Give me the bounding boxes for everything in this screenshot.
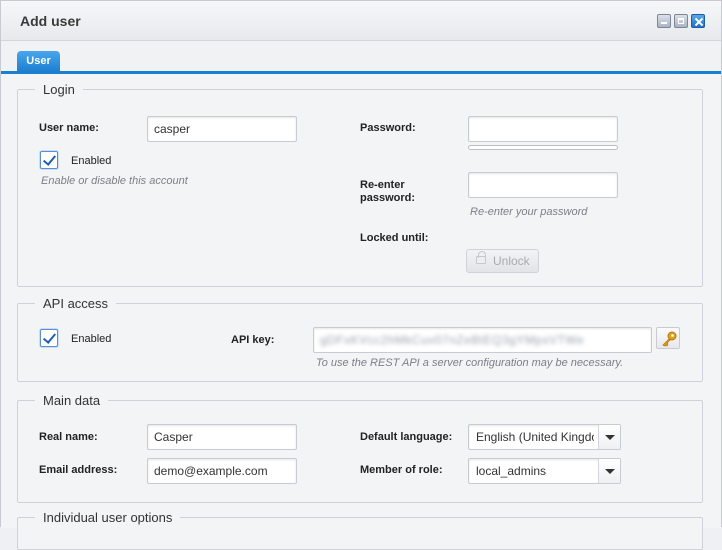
tab-bar: User	[1, 41, 721, 74]
minimize-icon[interactable]	[657, 14, 671, 28]
default-language-label: Default language:	[360, 431, 453, 443]
dialog-title: Add user	[20, 13, 81, 29]
enabled-hint: Enable or disable this account	[41, 175, 188, 187]
lock-icon	[476, 251, 486, 264]
chevron-down-icon[interactable]	[598, 459, 620, 483]
member-of-role-select[interactable]: local_admins	[468, 458, 621, 484]
tab-user[interactable]: User	[17, 51, 60, 71]
default-language-value: English (United Kingdom)	[476, 430, 594, 444]
password-strength-meter	[468, 145, 618, 150]
locked-until-label: Locked until:	[360, 232, 429, 244]
password-label: Password:	[360, 122, 416, 134]
member-of-role-value: local_admins	[476, 464, 547, 478]
close-icon[interactable]	[691, 14, 705, 28]
dialog-content: Login User name: Enabled Enable or disab…	[1, 74, 721, 550]
real-name-label: Real name:	[39, 431, 98, 443]
reenter-hint: Re-enter your password	[470, 206, 588, 218]
api-hint: To use the REST API a server configurati…	[316, 357, 624, 369]
api-key-value: gDFxKVcc2hMkCuv07nZeBtEQ3gYMpxVTWe	[320, 333, 585, 347]
unlock-button-label: Unlock	[493, 254, 530, 268]
login-enabled-checkbox[interactable]	[40, 151, 58, 169]
api-enabled-checkbox[interactable]	[40, 329, 58, 347]
chevron-down-icon[interactable]	[598, 425, 620, 449]
username-input[interactable]	[147, 116, 297, 142]
individual-options-legend: Individual user options	[43, 510, 173, 525]
api-key-input[interactable]: gDFxKVcc2hMkCuv07nZeBtEQ3gYMpxVTWe	[313, 327, 652, 353]
add-user-dialog: Add user User Login User name: Enabled E…	[0, 0, 722, 550]
reenter-password-input[interactable]	[468, 172, 618, 198]
email-input[interactable]	[147, 458, 297, 484]
login-enabled-label: Enabled	[71, 155, 112, 167]
api-access-legend: API access	[43, 296, 109, 311]
api-enabled-label: Enabled	[71, 333, 112, 345]
maximize-icon[interactable]	[674, 14, 688, 28]
reenter-password-label-line2: password:	[360, 192, 416, 204]
default-language-select[interactable]: English (United Kingdom)	[468, 424, 621, 450]
username-label: User name:	[39, 122, 99, 134]
password-input[interactable]	[468, 116, 618, 142]
login-legend: Login	[43, 82, 75, 97]
title-bar: Add user	[1, 1, 721, 41]
unlock-button[interactable]: Unlock	[466, 249, 539, 273]
main-data-legend: Main data	[43, 393, 101, 408]
api-key-label: API key:	[231, 334, 275, 346]
individual-options-section: Individual user options	[17, 510, 703, 550]
reenter-password-label-line1: Re-enter	[360, 179, 405, 191]
real-name-input[interactable]	[147, 424, 297, 450]
member-of-role-label: Member of role:	[360, 464, 443, 476]
email-label: Email address:	[39, 464, 118, 476]
key-icon[interactable]	[656, 327, 680, 349]
